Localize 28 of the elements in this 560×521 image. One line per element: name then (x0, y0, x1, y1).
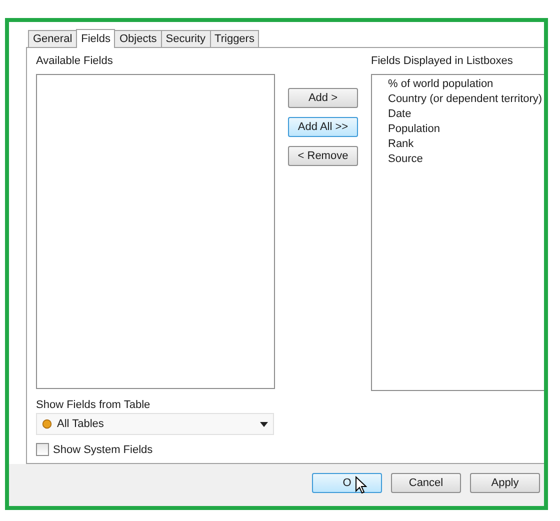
list-item[interactable]: Rank (388, 137, 544, 152)
list-item[interactable]: % of world population (388, 77, 544, 92)
list-label: Fields Displayed in Listboxes (371, 55, 514, 68)
tab[interactable]: Fields (76, 29, 116, 48)
dialog-button[interactable]: Cancel (391, 473, 461, 493)
tab[interactable]: Security (160, 30, 211, 47)
checkbox-label: Show System Fields (53, 444, 153, 456)
tab[interactable]: Triggers (210, 30, 260, 47)
tab[interactable]: Objects (114, 30, 162, 47)
move-button[interactable]: Add > (288, 88, 358, 108)
available-fields-list[interactable] (36, 74, 275, 389)
dialog-button[interactable]: Apply (470, 473, 540, 493)
list-item[interactable]: Population (388, 122, 544, 137)
move-button[interactable]: Add All >> (288, 117, 358, 137)
list-item[interactable]: Country (or dependent territory) (388, 92, 544, 107)
checkbox[interactable] (36, 443, 49, 456)
dialog-button[interactable]: O (312, 473, 382, 493)
list-item[interactable]: Source (388, 152, 544, 167)
tab[interactable]: General (28, 30, 78, 47)
field-label: Show Fields from Table (36, 399, 152, 412)
list-item[interactable]: Date (388, 107, 544, 122)
list-label: Available Fields (36, 55, 114, 68)
table-dropdown[interactable]: All Tables (36, 413, 274, 435)
displayed-fields-list[interactable]: % of world population Country (or dependent territory) Date Population Rank Source (371, 74, 544, 391)
move-button[interactable]: < Remove (288, 146, 358, 166)
table-icon (42, 419, 52, 429)
caret-icon (260, 422, 268, 426)
pointer-icon (355, 476, 367, 494)
